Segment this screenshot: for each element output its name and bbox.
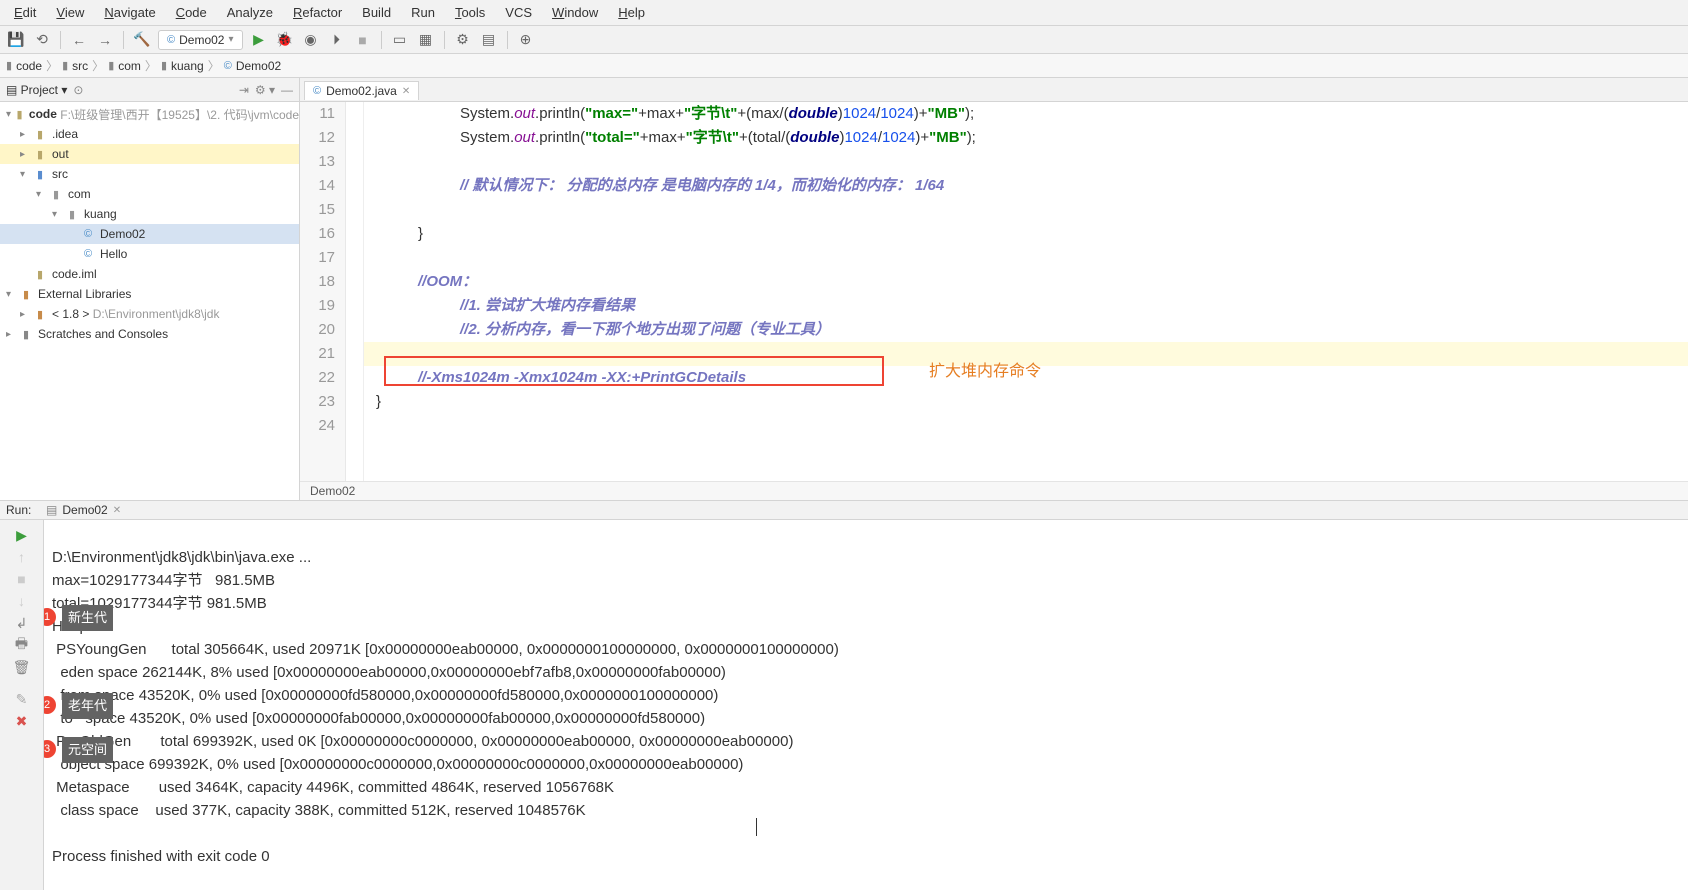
hide-icon[interactable]: —	[281, 83, 293, 97]
bc-kuang[interactable]: kuang	[171, 59, 204, 73]
annotation-young-gen: 新生代	[62, 605, 113, 631]
editor-area: © Demo02.java ✕ 111213141516171819202122…	[300, 78, 1688, 500]
save-icon[interactable]: 💾	[6, 30, 26, 50]
menu-help[interactable]: Help	[608, 1, 655, 24]
coverage-button[interactable]: ◉	[301, 30, 321, 50]
run-button[interactable]: ▶	[249, 30, 269, 50]
tree-root[interactable]: ▾▮code F:\班级管理\西开【19525】\2. 代码\jvm\code	[0, 104, 299, 124]
class-icon: ©	[313, 85, 321, 97]
menu-vcs[interactable]: VCS	[495, 1, 542, 24]
tree-iml[interactable]: ▮code.iml	[0, 264, 299, 284]
close-icon[interactable]: ✕	[113, 505, 121, 516]
class-icon: ©	[224, 60, 232, 72]
run-tool-window: ▶ ↑ ■ ↓ ↲ 🖶 🗑 ✎ ✖ D:\Environment\jdk8\jd…	[0, 520, 1688, 890]
layout2-icon[interactable]: ▦	[416, 30, 436, 50]
menu-view[interactable]: View	[46, 1, 94, 24]
collapse-icon[interactable]: ⇥	[239, 83, 249, 97]
run-config-label: Demo02	[179, 33, 224, 47]
annotation-metaspace: 元空间	[62, 737, 113, 763]
folder-icon: ▮	[161, 59, 167, 72]
trash-icon[interactable]: 🗑	[0, 656, 43, 678]
fold-strip	[346, 102, 364, 481]
down-icon[interactable]: ↓	[0, 590, 43, 612]
menu-tools[interactable]: Tools	[445, 1, 495, 24]
project-pane: ▤ Project ▾ ⊙ ⇥ ⚙ ▾ — ▾▮code F:\班级管理\西开【…	[0, 78, 300, 500]
run-tab[interactable]: ▤ Demo02 ✕	[38, 503, 129, 517]
menu-edit[interactable]: EEditdit	[4, 1, 46, 24]
chevron-down-icon: ▾	[228, 34, 233, 45]
line-gutter: 1112131415161718192021222324	[300, 102, 346, 481]
editor-breadcrumb: Demo02	[300, 481, 1688, 500]
annotation-old-gen: 老年代	[62, 693, 113, 719]
bc-com[interactable]: com	[118, 59, 141, 73]
tree-demo02[interactable]: ©Demo02	[0, 224, 299, 244]
tab-label: Demo02.java	[326, 84, 397, 98]
tree-com[interactable]: ▾▮com	[0, 184, 299, 204]
tree-out[interactable]: ▸▮out	[0, 144, 299, 164]
tree-kuang[interactable]: ▾▮kuang	[0, 204, 299, 224]
profile-button[interactable]: ⏵	[327, 30, 347, 50]
editor-tabs: © Demo02.java ✕	[300, 78, 1688, 102]
debug-button[interactable]: 🐞	[275, 30, 295, 50]
bc-src[interactable]: src	[72, 59, 88, 73]
forward-icon[interactable]: →	[95, 30, 115, 50]
layout-icon[interactable]: ▭	[390, 30, 410, 50]
menu-build[interactable]: Build	[352, 1, 401, 24]
orange-annotation: 扩大堆内存命令	[929, 360, 1041, 384]
compass-icon[interactable]: ⊙	[73, 83, 83, 97]
close-icon[interactable]: ✕	[402, 86, 410, 97]
red-highlight-box	[384, 356, 884, 386]
run-tool-header: Run: ▤ Demo02 ✕	[0, 500, 1688, 520]
folder-icon: ▮	[62, 59, 68, 72]
tree-jdk[interactable]: ▸▮< 1.8 > D:\Environment\jdk8\jdk	[0, 304, 299, 324]
menu-code[interactable]: Code	[166, 1, 217, 24]
stop2-icon[interactable]: ■	[0, 568, 43, 590]
menu-run[interactable]: Run	[401, 1, 445, 24]
breadcrumb: ▮ code〉 ▮ src〉 ▮ com〉 ▮ kuang〉 © Demo02	[0, 54, 1688, 78]
project-header: ▤ Project ▾ ⊙ ⇥ ⚙ ▾ —	[0, 78, 299, 102]
settings2-icon[interactable]: ✎	[0, 688, 43, 710]
bc-code[interactable]: code	[16, 59, 42, 73]
hammer-icon[interactable]: 🔨	[132, 30, 152, 50]
project-tree: ▾▮code F:\班级管理\西开【19525】\2. 代码\jvm\code …	[0, 102, 299, 500]
exit-icon[interactable]: ✖	[0, 710, 43, 732]
folder-icon: ▮	[6, 59, 12, 72]
up-icon[interactable]: ↑	[0, 546, 43, 568]
menu-analyze[interactable]: Analyze	[217, 1, 283, 24]
menu-bar: EEditdit View Navigate Code Analyze Refa…	[0, 0, 1688, 26]
print-icon[interactable]: 🖶	[0, 634, 43, 656]
soft-wrap-icon[interactable]: ↲	[0, 612, 43, 634]
run-gutter: ▶ ↑ ■ ↓ ↲ 🖶 🗑 ✎ ✖	[0, 520, 44, 890]
console-output[interactable]: D:\Environment\jdk8\jdk\bin\java.exe ...…	[44, 520, 1688, 890]
settings-icon[interactable]: ⚙	[453, 30, 473, 50]
run-label: Run:	[6, 503, 31, 517]
menu-window[interactable]: Window	[542, 1, 608, 24]
refresh-icon[interactable]: ⟲	[32, 30, 52, 50]
stop-button[interactable]: ■	[353, 30, 373, 50]
run-tab-icon: ▤	[46, 503, 57, 517]
back-icon[interactable]: ←	[69, 30, 89, 50]
run-tab-label: Demo02	[62, 503, 107, 517]
menu-refactor[interactable]: Refactor	[283, 1, 352, 24]
rerun-icon[interactable]: ▶	[0, 524, 43, 546]
bc-demo02[interactable]: Demo02	[236, 59, 281, 73]
toolbar: 💾 ⟲ ← → 🔨 © Demo02 ▾ ▶ 🐞 ◉ ⏵ ■ ▭ ▦ ⚙ ▤ ⊕	[0, 26, 1688, 54]
tab-demo02[interactable]: © Demo02.java ✕	[304, 81, 419, 100]
class-icon: ©	[167, 34, 175, 46]
tree-ext-lib[interactable]: ▾▮External Libraries	[0, 284, 299, 304]
tree-idea[interactable]: ▸▮.idea	[0, 124, 299, 144]
folder-icon: ▮	[108, 59, 114, 72]
code-editor[interactable]: 1112131415161718192021222324 System.out.…	[300, 102, 1688, 481]
text-cursor	[756, 818, 757, 836]
code-content[interactable]: System.out.println("max="+max+"字节\t"+(ma…	[364, 102, 1688, 481]
gear-icon[interactable]: ⚙ ▾	[255, 83, 275, 97]
tree-src[interactable]: ▾▮src	[0, 164, 299, 184]
tree-scratch[interactable]: ▸▮Scratches and Consoles	[0, 324, 299, 344]
project-tab[interactable]: ▤ Project ▾	[6, 83, 67, 97]
tree-hello[interactable]: ©Hello	[0, 244, 299, 264]
structure-icon[interactable]: ▤	[479, 30, 499, 50]
menu-navigate[interactable]: Navigate	[94, 1, 165, 24]
run-config-selector[interactable]: © Demo02 ▾	[158, 30, 243, 50]
target-icon[interactable]: ⊕	[516, 30, 536, 50]
